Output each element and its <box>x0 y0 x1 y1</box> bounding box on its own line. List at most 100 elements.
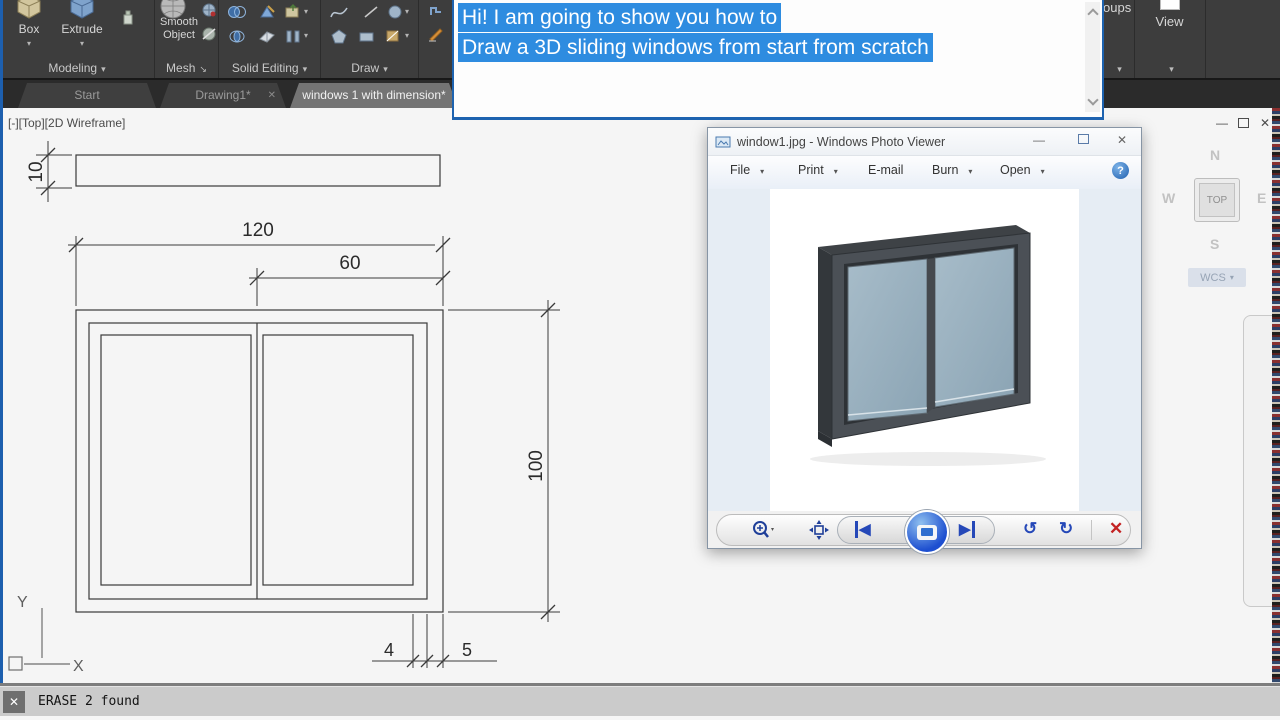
rotate-counterclockwise-icon[interactable]: ↺ <box>1023 519 1037 539</box>
groups-label-partial[interactable]: oups <box>1103 0 1131 15</box>
menu-open[interactable]: Open ▾ <box>1000 163 1045 177</box>
command-bar-lower <box>0 716 1280 720</box>
dim-10: 10 <box>26 161 47 182</box>
zoom-icon[interactable] <box>751 520 775 540</box>
2d-window-drawing[interactable]: 10 120 60 100 4 5 Y X <box>0 108 620 683</box>
mesh-refine-icon[interactable] <box>199 0 219 20</box>
menu-burn[interactable]: Burn ▾ <box>932 163 972 177</box>
panel-draw: ▾ ▾ Draw ▾ <box>321 0 419 78</box>
caret-down-icon[interactable]: ▾ <box>304 7 308 16</box>
caret-down-icon[interactable]: ▾ <box>405 31 409 40</box>
delete-icon[interactable]: ✕ <box>1109 519 1123 539</box>
photo-viewer-menubar: File ▾ Print ▾ E-mail Burn ▾ Open ▾ ? <box>708 156 1141 190</box>
caret-down-icon: ▾ <box>1169 64 1174 74</box>
pv-maximize-icon[interactable] <box>1078 133 1089 147</box>
hatch-tool-icon[interactable] <box>383 26 403 46</box>
ucs-labels: Y X <box>17 594 84 675</box>
panel-label-solid-editing[interactable]: Solid Editing ▾ <box>219 61 320 75</box>
fillet-edge-tool-icon[interactable] <box>257 2 277 22</box>
caret-down-icon: ▾ <box>968 167 973 176</box>
caret-down-icon[interactable]: ▾ <box>405 7 409 16</box>
mesh-crease-icon[interactable] <box>199 24 219 44</box>
scroll-up-icon[interactable] <box>1087 8 1099 20</box>
tab-drawing1[interactable]: Drawing1* ✕ <box>160 83 286 108</box>
panel-modify-fragment <box>419 0 453 78</box>
drawing-minimize-icon[interactable]: — <box>1216 116 1228 130</box>
panel-label-mesh[interactable]: Mesh ↘ <box>155 61 218 75</box>
panel-label-modeling[interactable]: Modeling ▾ <box>0 61 154 75</box>
caret-down-icon: ▾ <box>1040 167 1045 176</box>
viewcube-top-face[interactable]: TOP <box>1194 178 1240 222</box>
panel-launcher-icon: ↘ <box>199 64 207 74</box>
rectangle-tool-icon[interactable] <box>357 26 377 46</box>
caret-down-icon[interactable]: ▾ <box>56 37 108 50</box>
caption-line1: Hi! I am going to show you how to <box>458 3 782 32</box>
slideshow-icon <box>917 524 937 540</box>
viewcube-east[interactable]: E <box>1257 190 1266 206</box>
smooth-object-button[interactable]: Smooth Object <box>153 16 205 42</box>
photo-viewer-titlebar[interactable]: window1.jpg - Windows Photo Viewer — ✕ <box>708 128 1141 156</box>
rotate-clockwise-icon[interactable]: ↻ <box>1059 519 1073 539</box>
slice-tool-icon[interactable] <box>257 26 277 46</box>
extrude-icon <box>70 0 94 19</box>
photo-left-margin <box>708 189 770 511</box>
caret-down-icon[interactable]: ▾ <box>6 37 52 50</box>
drawing-restore-icon[interactable] <box>1238 117 1249 131</box>
view-button[interactable]: View <box>1134 14 1205 29</box>
pencil-hatch-icon[interactable] <box>426 24 446 44</box>
pv-minimize-icon[interactable]: — <box>1033 133 1045 147</box>
circle-tool-icon[interactable] <box>385 2 405 22</box>
viewcube-west[interactable]: W <box>1162 190 1175 206</box>
play-slideshow-button[interactable] <box>905 510 949 554</box>
dim-5: 5 <box>462 640 472 660</box>
polysolid-tool-icon[interactable] <box>118 8 138 28</box>
command-close-icon[interactable]: ✕ <box>3 691 25 713</box>
wcs-dropdown[interactable]: WCS ▾ <box>1188 268 1246 287</box>
viewcube-south[interactable]: S <box>1210 236 1219 252</box>
menu-email[interactable]: E-mail <box>868 163 903 177</box>
caret-down-icon: ▾ <box>383 64 388 74</box>
menu-file[interactable]: File ▾ <box>730 163 764 177</box>
tab-windows1-active[interactable]: windows 1 with dimension* <box>290 83 458 108</box>
window-3d-image <box>810 225 1046 466</box>
panel-mesh: Smooth Object Mesh ↘ <box>155 0 219 78</box>
caption-textbox[interactable]: Hi! I am going to show you how to Draw a… <box>452 0 1104 120</box>
command-bar[interactable]: ✕ ERASE 2 found <box>0 686 1280 717</box>
dim-4: 4 <box>384 640 394 660</box>
photo-viewer-title: window1.jpg - Windows Photo Viewer <box>737 134 946 149</box>
tab-start[interactable]: Start <box>18 83 156 108</box>
fit-to-window-icon[interactable] <box>809 520 829 540</box>
polyline-edit-icon[interactable] <box>426 0 446 20</box>
caption-scrollbar[interactable] <box>1085 2 1100 112</box>
previous-image-button[interactable]: ◀ <box>855 520 871 538</box>
polygon-tool-icon[interactable] <box>329 26 349 46</box>
pv-close-icon[interactable]: ✕ <box>1117 133 1127 147</box>
scroll-down-icon[interactable] <box>1087 94 1099 106</box>
line-tool-icon[interactable] <box>361 2 381 22</box>
intersect-tool-icon[interactable] <box>227 26 247 46</box>
panel-label-draw[interactable]: Draw ▾ <box>321 61 418 75</box>
toolbar-separator <box>1091 520 1092 540</box>
caption-line2: Draw a 3D sliding windows from start fro… <box>458 33 933 62</box>
caret-down-icon: ▾ <box>302 64 308 74</box>
spline-tool-icon[interactable] <box>329 2 349 22</box>
dim-100: 100 <box>526 450 547 482</box>
video-artifact-strip <box>1272 108 1280 683</box>
extrude-faces-tool-icon[interactable] <box>283 2 303 22</box>
drawing-close-icon[interactable]: ✕ <box>1260 116 1270 130</box>
next-image-button[interactable]: ▶ <box>959 520 975 538</box>
menu-print[interactable]: Print ▾ <box>798 163 838 177</box>
extrude-tool-button[interactable]: Extrude ▾ <box>56 0 108 50</box>
box-label: Box <box>18 22 40 36</box>
command-text: ERASE 2 found <box>38 694 140 709</box>
view-icon[interactable] <box>1160 0 1180 10</box>
panel-label-groups[interactable]: ▾ <box>1101 61 1134 75</box>
caret-down-icon[interactable]: ▾ <box>304 31 308 40</box>
panel-label-view[interactable]: ▾ <box>1134 61 1205 75</box>
tab-close-icon[interactable]: ✕ <box>268 83 276 108</box>
union-tool-icon[interactable] <box>227 2 247 22</box>
separate-tool-icon[interactable] <box>283 26 303 46</box>
viewcube-north[interactable]: N <box>1210 147 1220 163</box>
help-icon[interactable]: ? <box>1112 162 1129 179</box>
box-tool-button[interactable]: Box ▾ <box>6 0 52 50</box>
